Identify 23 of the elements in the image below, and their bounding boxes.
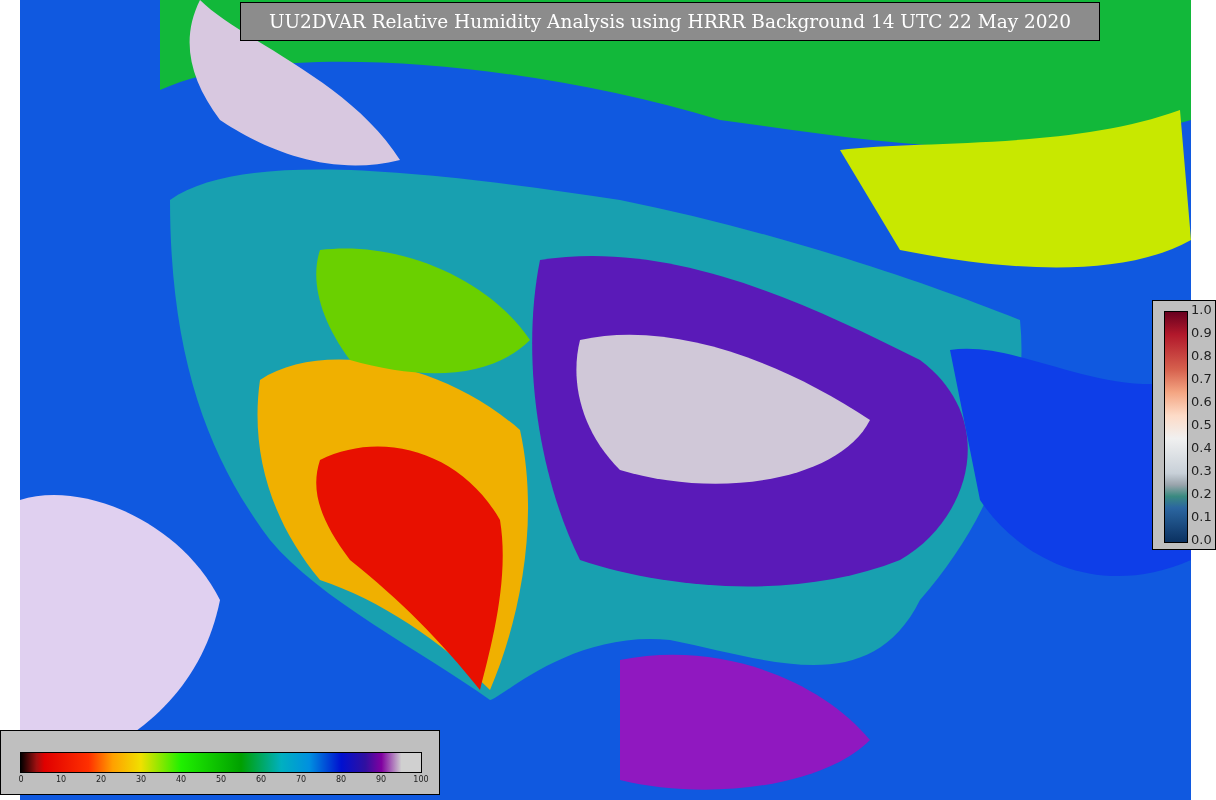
tick-label: 10 — [55, 775, 67, 785]
tick-label: 0.9 — [1191, 326, 1212, 340]
tick-label: 50 — [215, 775, 227, 785]
tick-label: 80 — [335, 775, 347, 785]
tick-label: 0.6 — [1191, 395, 1212, 409]
tick-label: 20 — [95, 775, 107, 785]
tick-label: 0.8 — [1191, 349, 1212, 363]
tick-label: 1.0 — [1191, 303, 1212, 317]
tick-label: 60 — [255, 775, 267, 785]
map-title: UU2DVAR Relative Humidity Analysis using HRRR Background 14 UTC 22 May 2020 — [240, 2, 1100, 41]
tick-label: 0.7 — [1191, 372, 1212, 386]
tick-label: 70 — [295, 775, 307, 785]
tick-label: 0.5 — [1191, 418, 1212, 432]
tick-label: 100 — [413, 775, 429, 785]
tick-label: 0.3 — [1191, 464, 1212, 478]
tick-label: 0.1 — [1191, 510, 1212, 524]
tick-label: 30 — [135, 775, 147, 785]
tick-label: 0.4 — [1191, 441, 1212, 455]
tick-label: 0 — [18, 775, 24, 785]
tick-label: 0.2 — [1191, 487, 1212, 501]
tick-label: 40 — [175, 775, 187, 785]
tick-label: 90 — [375, 775, 387, 785]
tick-label: 0.0 — [1191, 533, 1212, 547]
